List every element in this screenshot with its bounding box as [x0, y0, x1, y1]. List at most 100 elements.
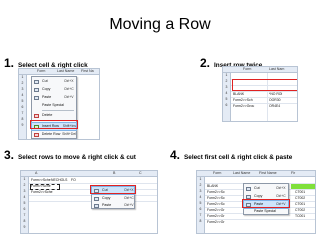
- menu-item-copy[interactable]: Copy Ctrl+C: [92, 195, 134, 202]
- menu-item-shortcut: Shift+Del: [62, 131, 76, 136]
- cell: FO: [71, 178, 76, 182]
- menu-item-label: Paste Special: [254, 208, 276, 213]
- menu-item-label: Paste: [102, 202, 112, 207]
- menu-item-label: Delete Row: [41, 131, 61, 136]
- menu-item-label: Paste: [42, 94, 52, 99]
- copy-icon: [94, 196, 99, 201]
- cell: OR4E4: [269, 104, 281, 108]
- menu-item-paste-special[interactable]: Paste Special: [244, 208, 288, 215]
- row-number-column: 1 2 3 4 5 6 7 8 9: [19, 75, 27, 139]
- column-header-bar: Form Last Name First Name Fir: [197, 171, 315, 177]
- menu-item-copy[interactable]: Copy Ctrl+C: [32, 86, 76, 93]
- menu-item-paste-special[interactable]: Paste Special: [32, 102, 76, 109]
- row-number: 6: [225, 103, 228, 107]
- menu-item-paste[interactable]: Paste Ctrl+V: [92, 202, 134, 209]
- row-number: 8: [199, 219, 202, 223]
- row-number-column: 1 2 3 4 5 6 7 8: [197, 177, 205, 233]
- column-header: Fir: [291, 171, 296, 175]
- step-4-text: Select first cell & right click & paste: [184, 154, 293, 161]
- cell: Form2>>Sc: [207, 196, 225, 200]
- menu-item-shortcut: Ctrl+V: [64, 94, 74, 99]
- paste-icon: [94, 203, 99, 208]
- highlight-box: [90, 185, 136, 194]
- delete-row-icon: [34, 132, 39, 137]
- menu-item-shortcut: Ctrl+C: [64, 86, 74, 91]
- copy-icon: [34, 87, 39, 92]
- cut-icon: [246, 186, 251, 191]
- column-header-bar: A B C: [21, 171, 157, 177]
- selected-rows-marquee: [30, 184, 60, 190]
- menu-item-shortcut: Ctrl+C: [276, 193, 286, 198]
- cell: Form2>>Grou: [233, 104, 255, 108]
- cell: Form2>>Sc: [207, 190, 225, 194]
- paste-icon: [34, 95, 39, 100]
- step-4-number: 4.: [170, 148, 181, 162]
- column-header: A: [35, 171, 38, 175]
- column-header-bar: Form Last Nam: [223, 67, 297, 73]
- cell: BLANK: [207, 184, 219, 188]
- highlight-box: [242, 199, 290, 208]
- step-3-caption: 3. Select rows to move & right click & c…: [4, 148, 136, 162]
- row-number-column: 1 2 3 4 5 6: [223, 73, 231, 121]
- cell: Form2>>Sc: [207, 202, 225, 206]
- slide-title: Moving a Row: [109, 16, 211, 33]
- column-header: Last Nam: [269, 67, 285, 71]
- menu-item-label: Cut: [254, 185, 260, 190]
- inserted-rows-highlight: [232, 79, 297, 91]
- cell: CT001: [295, 202, 306, 206]
- step-3-number: 3.: [4, 148, 15, 162]
- column-header: Form: [37, 69, 46, 73]
- column-header: C: [139, 171, 142, 175]
- cell: NECHOLS: [51, 178, 68, 182]
- paste-target-highlight: [291, 184, 315, 189]
- cell: Form2>>Gr: [207, 220, 225, 224]
- menu-item-shortcut: Ctrl+V: [124, 202, 134, 207]
- column-header-bar: Form Last Name First Na: [19, 69, 99, 75]
- screenshot-4: Form Last Name First Name Fir 1 2 3 4 5 …: [196, 170, 316, 234]
- menu-item-label: Delete: [42, 112, 53, 117]
- menu-item-delete-row[interactable]: Delete Row Shift+Del: [32, 131, 76, 138]
- highlight-box: [30, 120, 78, 129]
- cut-icon: [34, 79, 39, 84]
- menu-item-cut[interactable]: Cut Ctrl+X: [32, 78, 76, 85]
- cell: CT002: [295, 196, 306, 200]
- cell: BLANK: [233, 92, 245, 96]
- menu-item-delete[interactable]: Delete: [32, 112, 76, 119]
- cell: Form>>Sche: [31, 178, 51, 182]
- delete-icon: [34, 113, 39, 118]
- menu-item-cut[interactable]: Cut Ctrl+X: [244, 185, 288, 192]
- cell: CT002: [295, 208, 306, 212]
- step-2-number: 2.: [200, 56, 211, 70]
- cell: OOR30: [269, 98, 281, 102]
- copy-icon: [246, 194, 251, 199]
- row-number-column: 1 2 3 4 5 6 7 8 9: [21, 177, 29, 233]
- column-header: Last Name: [233, 171, 251, 175]
- column-header: Form: [243, 67, 252, 71]
- menu-item-shortcut: Ctrl+X: [276, 185, 286, 190]
- screenshot-2: Form Last Nam 1 2 3 4 5 6 BLANK *NO ROI …: [222, 66, 298, 122]
- menu-item-label: Paste Special: [42, 102, 64, 107]
- menu-item-shortcut: Ctrl+X: [64, 78, 74, 83]
- row-number: 9: [21, 123, 24, 127]
- column-header: First Name: [259, 171, 277, 175]
- cell: TC001: [295, 214, 306, 218]
- step-1-number: 1.: [4, 56, 15, 70]
- screenshot-3: A B C 1 2 3 4 5 6 7 8 9 Form>>Sche NECHO…: [20, 170, 158, 234]
- column-header: First Na: [81, 69, 94, 73]
- cell: Form2>>Gr: [207, 208, 225, 212]
- cell: CT001: [295, 190, 306, 194]
- cell: Form2>>Sche: [31, 190, 53, 194]
- column-header: Form: [213, 171, 222, 175]
- context-menu: Cut Ctrl+X Copy Ctrl+C Paste Ctrl+V Past…: [31, 76, 77, 139]
- menu-item-label: Copy: [102, 195, 111, 200]
- menu-item-paste[interactable]: Paste Ctrl+V: [32, 94, 76, 101]
- column-header: B: [113, 171, 116, 175]
- cell: Form2>>Gr: [207, 214, 225, 218]
- menu-separator: [42, 110, 74, 111]
- step-3-text: Select rows to move & right click & cut: [18, 154, 136, 161]
- menu-item-label: Copy: [254, 193, 263, 198]
- menu-item-label: Cut: [42, 78, 48, 83]
- cell: Form2>>Sch: [233, 98, 253, 102]
- step-4-caption: 4. Select first cell & right click & pas…: [170, 148, 292, 162]
- menu-item-label: Copy: [42, 86, 51, 91]
